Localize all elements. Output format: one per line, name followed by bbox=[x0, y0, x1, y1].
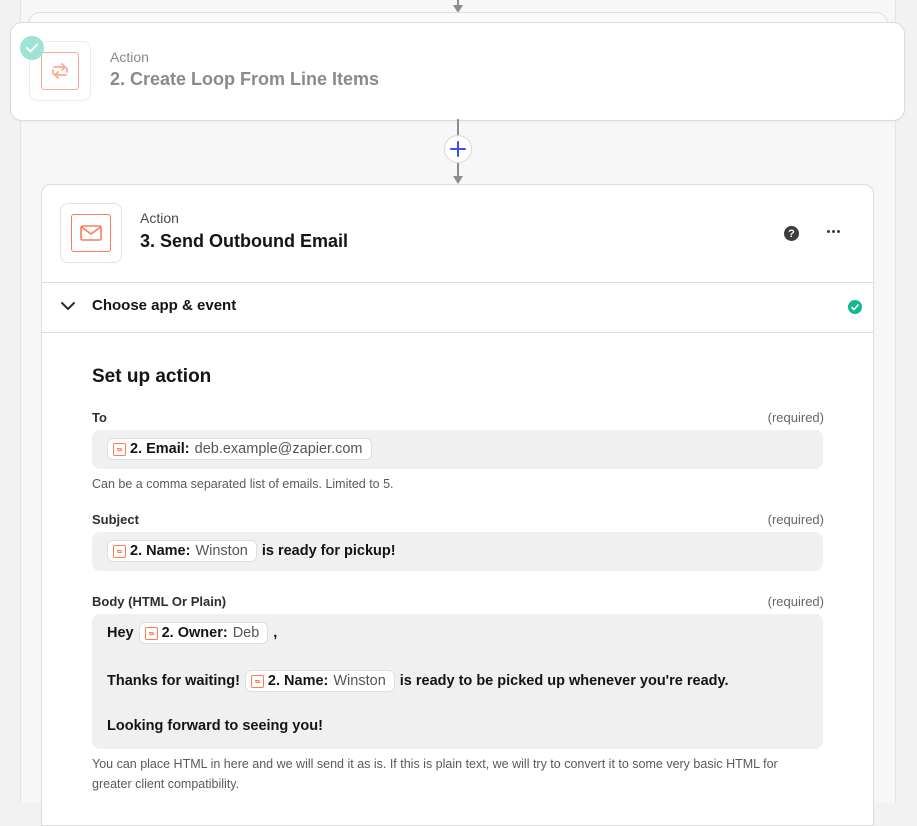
loop-icon bbox=[113, 544, 126, 558]
body-closing: Looking forward to seeing you! bbox=[107, 718, 323, 734]
help-icon[interactable]: ? bbox=[784, 226, 799, 241]
body-hint: You can place HTML in here and we will s… bbox=[92, 757, 778, 791]
owner-token[interactable]: 2. Owner: Deb bbox=[138, 622, 269, 644]
body-thanks: Thanks for waiting! bbox=[107, 673, 240, 689]
mail-icon bbox=[71, 214, 111, 252]
check-icon bbox=[20, 36, 44, 60]
step-3-header[interactable]: Action 3. Send Outbound Email ? bbox=[42, 185, 873, 283]
subject-label: Subject bbox=[92, 512, 139, 527]
name-token[interactable]: 2. Name: Winston bbox=[107, 540, 257, 562]
connector-line-lower bbox=[457, 163, 459, 176]
body-field[interactable]: Hey 2. Owner: Deb , Thanks for waiting! … bbox=[92, 614, 823, 749]
email-token[interactable]: 2. Email: deb.example@zapier.com bbox=[107, 438, 372, 460]
to-field[interactable]: 2. Email: deb.example@zapier.com bbox=[92, 430, 823, 469]
chevron-down-icon bbox=[61, 302, 75, 310]
subject-suffix: is ready for pickup! bbox=[261, 543, 396, 559]
subject-field[interactable]: 2. Name: Winston is ready for pickup! bbox=[92, 532, 823, 571]
name-token[interactable]: 2. Name: Winston bbox=[244, 670, 395, 692]
plus-icon bbox=[450, 141, 466, 157]
setup-action-title: Set up action bbox=[92, 366, 212, 387]
loop-icon bbox=[41, 52, 79, 90]
loop-icon bbox=[144, 626, 158, 640]
add-step-button[interactable] bbox=[444, 135, 472, 163]
step-3-kind: Action bbox=[140, 210, 179, 226]
more-options-icon[interactable] bbox=[825, 223, 841, 239]
check-circle-icon bbox=[848, 300, 862, 314]
step-3-title: 3. Send Outbound Email bbox=[140, 231, 349, 251]
to-hint: Can be a comma separated list of emails.… bbox=[92, 477, 394, 491]
body-ready: is ready to be picked up whenever you're… bbox=[399, 673, 729, 689]
email-app-icon bbox=[60, 203, 122, 263]
loop-icon bbox=[113, 442, 126, 456]
choose-app-event-section[interactable]: Choose app & event bbox=[42, 282, 873, 333]
body-comma: , bbox=[273, 625, 278, 641]
step-3-card: Action 3. Send Outbound Email ? Choose a… bbox=[41, 184, 874, 826]
body-label: Body (HTML Or Plain) bbox=[92, 594, 227, 609]
loop-icon bbox=[250, 674, 264, 688]
step-2-card[interactable]: Action 2. Create Loop From Line Items bbox=[10, 22, 905, 121]
section-label: Choose app & event bbox=[92, 297, 237, 314]
to-label: To bbox=[92, 410, 107, 425]
step-2-title: 2. Create Loop From Line Items bbox=[110, 69, 380, 89]
connector-line-upper bbox=[457, 119, 459, 135]
step-2-kind: Action bbox=[110, 49, 149, 65]
to-required: (required) bbox=[767, 410, 824, 425]
body-required: (required) bbox=[767, 594, 824, 609]
body-greeting: Hey bbox=[107, 625, 134, 641]
subject-required: (required) bbox=[767, 512, 824, 527]
connector-arrow bbox=[453, 176, 463, 184]
